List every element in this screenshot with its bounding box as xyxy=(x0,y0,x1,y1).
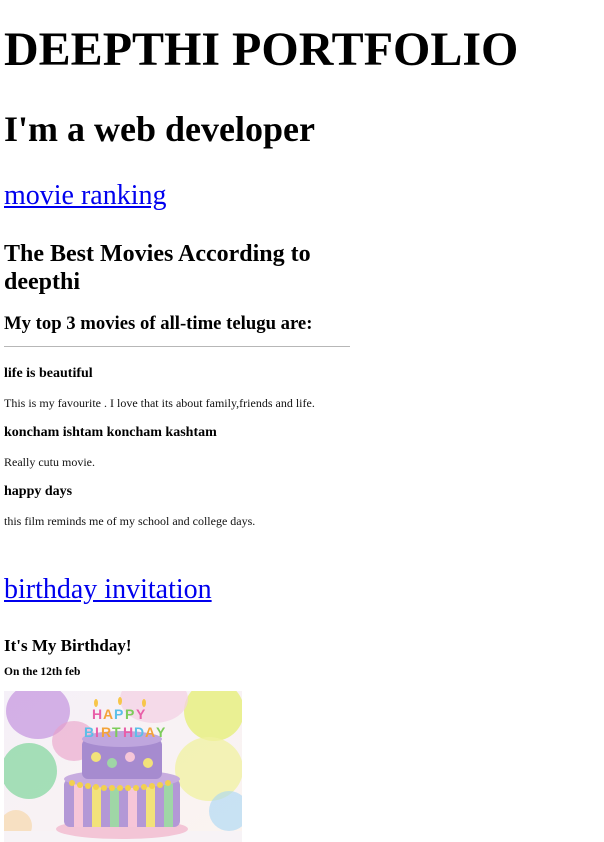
birthday-date: On the 12th feb xyxy=(4,666,81,678)
movie-section-heading: The Best Movies According to deepthi xyxy=(4,241,311,295)
svg-text:Y: Y xyxy=(136,706,146,722)
svg-text:H: H xyxy=(92,706,102,722)
birthday-invitation-link[interactable]: birthday invitation xyxy=(4,574,212,606)
birthday-cake-image: H A P P Y B I R T H D A Y xyxy=(4,691,242,842)
movie-ranking-section: The Best Movies According to deepthi My … xyxy=(4,240,352,528)
svg-text:D: D xyxy=(134,724,144,740)
svg-text:Y: Y xyxy=(156,724,166,740)
svg-text:A: A xyxy=(103,706,113,722)
svg-text:B: B xyxy=(84,724,94,740)
svg-text:I: I xyxy=(95,724,99,740)
movie-title: happy days xyxy=(4,484,73,499)
svg-text:H: H xyxy=(123,724,133,740)
section-divider xyxy=(4,346,350,347)
svg-text:T: T xyxy=(112,724,121,740)
page-title: DEEPTHI PORTFOLIO xyxy=(4,23,519,76)
birthday-heading: It's My Birthday! xyxy=(4,636,132,655)
movie-title: life is beautiful xyxy=(4,366,93,381)
movie-ranking-link[interactable]: movie ranking xyxy=(4,180,167,212)
movie-description: this film reminds me of my school and co… xyxy=(4,514,256,528)
page-subtitle: I'm a web developer xyxy=(4,109,315,149)
svg-text:P: P xyxy=(125,706,134,722)
movie-description: This is my favourite . I love that its a… xyxy=(4,396,315,410)
svg-text:P: P xyxy=(114,706,123,722)
movie-title: koncham ishtam koncham kashtam xyxy=(4,425,217,440)
movie-section-subheading: My top 3 movies of all-time telugu are: xyxy=(4,313,313,334)
movie-description: Really cutu movie. xyxy=(4,455,95,469)
svg-text:A: A xyxy=(145,724,155,740)
svg-text:R: R xyxy=(101,724,111,740)
